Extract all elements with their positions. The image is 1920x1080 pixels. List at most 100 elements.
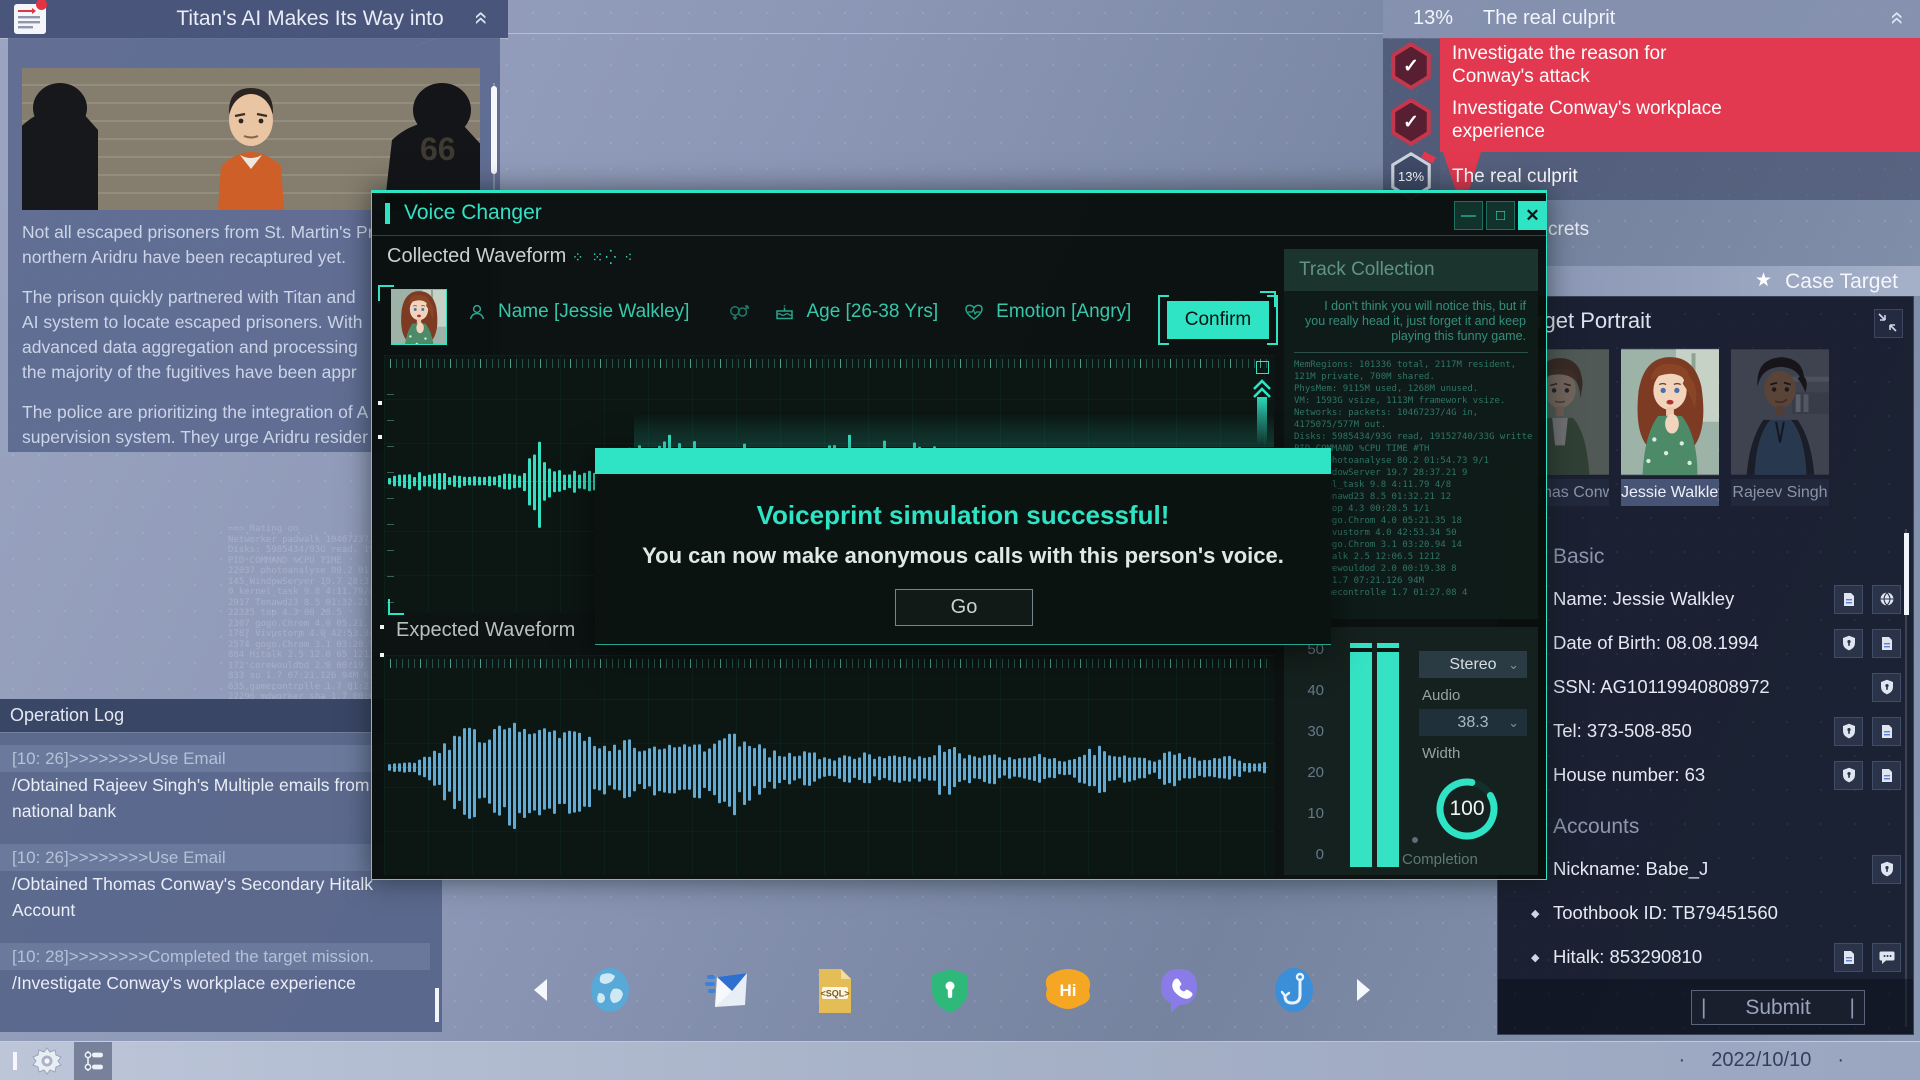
log-entry-time: [10: 26]>>>>>>>>Use Email: [0, 844, 430, 871]
dialog-header-bar: [595, 448, 1331, 474]
width-select[interactable]: 38.3 ⌄: [1419, 709, 1527, 736]
log-scrollbar[interactable]: [435, 988, 439, 1022]
terminal-line: MemRegions: 101336 total, 2117M resident…: [1294, 360, 1517, 370]
expected-waveform-panel: [384, 655, 1274, 875]
completion-value: 100: [1449, 797, 1485, 820]
confirm-button[interactable]: Confirm: [1158, 295, 1278, 345]
task-check-icon: ✓: [1389, 98, 1433, 146]
document-icon[interactable]: [1872, 716, 1901, 746]
basic-section-header: Basic: [1553, 545, 1605, 568]
diamond-bullet: ◆: [1531, 907, 1540, 920]
info-row: Tel: 373-508-850: [1553, 709, 1901, 753]
panel-scrollbar[interactable]: [1904, 533, 1909, 615]
task-check-icon: ✓: [1389, 42, 1433, 90]
operation-log-list: [10: 26]>>>>>>>>Use Email /Obtained Raje…: [0, 745, 430, 1016]
hitalk-icon[interactable]: Hi: [1043, 967, 1091, 1013]
dock-forward-arrow-icon[interactable]: [1357, 979, 1370, 1001]
portrait-jessie-walkley[interactable]: [1621, 348, 1719, 476]
track-note: I don't think you will notice this, but …: [1305, 299, 1526, 343]
diamond-bullet: ◆: [1531, 951, 1540, 964]
maximize-button[interactable]: □: [1486, 201, 1515, 230]
completion-label: Completion: [1402, 851, 1478, 868]
audio-channel-select[interactable]: Stereo ⌄: [1419, 651, 1527, 678]
task-item-completed[interactable]: Investigate the reason for Conway's attac…: [1452, 42, 1666, 88]
task-item-active[interactable]: The real culprit: [1452, 165, 1578, 188]
document-icon[interactable]: [1872, 760, 1901, 790]
terminal-line: VM: 1593G vsize, 1113M framework vsize.: [1294, 396, 1506, 406]
task-item-completed[interactable]: Investigate Conway's workplace experience: [1452, 97, 1722, 143]
vu-tick-label: 10: [1307, 805, 1324, 822]
decor-dots: ⁘ ⁙⁛ ⁖: [571, 249, 635, 265]
dock-back-arrow-icon[interactable]: [534, 979, 547, 1001]
task-item-clipped[interactable]: crets: [1548, 219, 1589, 241]
chat-icon[interactable]: [1872, 942, 1901, 972]
news-titlebar[interactable]: Titan's AI Makes Its Way into «: [0, 0, 508, 38]
case-target-ribbon: ★ Case Target: [1490, 266, 1920, 296]
log-entry-time: [10: 28]>>>>>>>>Completed the target mis…: [0, 943, 430, 970]
title-accent-bar: [385, 203, 390, 224]
shield-lock-icon[interactable]: [1834, 760, 1863, 790]
task-title: The real culprit: [1483, 7, 1616, 29]
target-info: Basic Name: Jessie Walkley Date of Birth…: [1531, 537, 1901, 979]
vu-meter-left: [1350, 643, 1372, 867]
sql-file-icon[interactable]: <SQL>: [815, 967, 861, 1013]
svg-text:<SQL>: <SQL>: [820, 989, 849, 999]
portrait-rajeev-singh[interactable]: [1731, 348, 1829, 476]
globe-icon[interactable]: [1872, 584, 1901, 614]
waveform-scroll-arrow[interactable]: [1250, 377, 1274, 447]
go-button[interactable]: Go: [895, 589, 1033, 626]
collapse-icon[interactable]: «: [469, 8, 496, 32]
shield-lock-icon[interactable]: [1872, 854, 1901, 884]
audio-controls-panel: 50 40 30 20 10 0 Stereo ⌄ Audio 38.3 ⌄ Width …: [1284, 627, 1538, 875]
target-avatar: [391, 289, 447, 345]
vu-tick-label: 40: [1307, 682, 1324, 699]
phone-icon[interactable]: [1157, 967, 1203, 1013]
emotion-heart-icon: [965, 304, 983, 320]
submit-button[interactable]: Submit: [1691, 990, 1865, 1025]
vu-scale: 50 40 30 20 10 0: [1294, 641, 1324, 863]
decor-corner: [1260, 291, 1276, 307]
document-icon[interactable]: [1872, 628, 1901, 658]
info-row: Nickname: Babe_J: [1553, 847, 1901, 891]
hook-icon[interactable]: [1271, 967, 1317, 1013]
settings-gear-icon[interactable]: [30, 1044, 64, 1080]
document-icon[interactable]: [1834, 942, 1863, 972]
close-button[interactable]: ✕: [1518, 201, 1547, 230]
portrait-name-selected[interactable]: Jessie Walkley: [1621, 479, 1719, 506]
minimize-button[interactable]: —: [1454, 201, 1483, 230]
accounts-section-header: Accounts: [1553, 815, 1640, 838]
portrait-name[interactable]: Rajeev Singh: [1731, 479, 1829, 506]
document-icon[interactable]: [1834, 584, 1863, 614]
width-label: Width: [1422, 745, 1461, 762]
terminal-line: Networks: packets: 10467237/4G in,: [1294, 408, 1479, 418]
expected-waveform-label: Expected Waveform: [396, 619, 576, 641]
shield-lock-icon[interactable]: [1834, 628, 1863, 658]
chevron-down-icon: ⌄: [1508, 657, 1519, 672]
shield-lock-icon[interactable]: [1834, 716, 1863, 746]
browser-icon[interactable]: [587, 967, 633, 1013]
active-app-task-icon[interactable]: [74, 1042, 112, 1080]
vu-tick-label: 20: [1307, 764, 1324, 781]
window-titlebar[interactable]: Voice Changer — □ ✕: [372, 193, 1547, 236]
news-scrollbar[interactable]: [491, 86, 497, 174]
age-cake-icon: [776, 305, 794, 320]
security-shield-icon[interactable]: [929, 967, 975, 1013]
email-icon[interactable]: [701, 967, 747, 1013]
system-date: · 2022/10/10 ·: [1678, 1049, 1844, 1071]
age-field: Age [26-38 Yrs]: [806, 301, 939, 322]
info-row: Date of Birth: 08.08.1994: [1553, 621, 1901, 665]
task-progress: 13%: [1413, 7, 1454, 29]
vu-tick-label: 30: [1307, 723, 1324, 740]
photo-number: 66: [420, 131, 456, 167]
task-panel-header[interactable]: 13% The real culprit «: [1383, 0, 1920, 38]
shield-lock-icon[interactable]: [1872, 672, 1901, 702]
case-target-panel: Target Portrait Thomas Conway Jessie Wal…: [1497, 296, 1914, 1035]
terminal-line: 4175075/577M out.: [1294, 420, 1387, 430]
collapse-panel-icon[interactable]: [1874, 309, 1903, 338]
emotion-field: Emotion [Angry]: [996, 301, 1132, 322]
collapse-icon[interactable]: «: [1884, 8, 1911, 30]
chevron-down-icon: ⌄: [1508, 715, 1519, 730]
track-collection-title: Track Collection: [1284, 249, 1538, 291]
decor-corner: [388, 599, 404, 615]
name-field: Name [Jessie Walkley]: [498, 301, 690, 322]
